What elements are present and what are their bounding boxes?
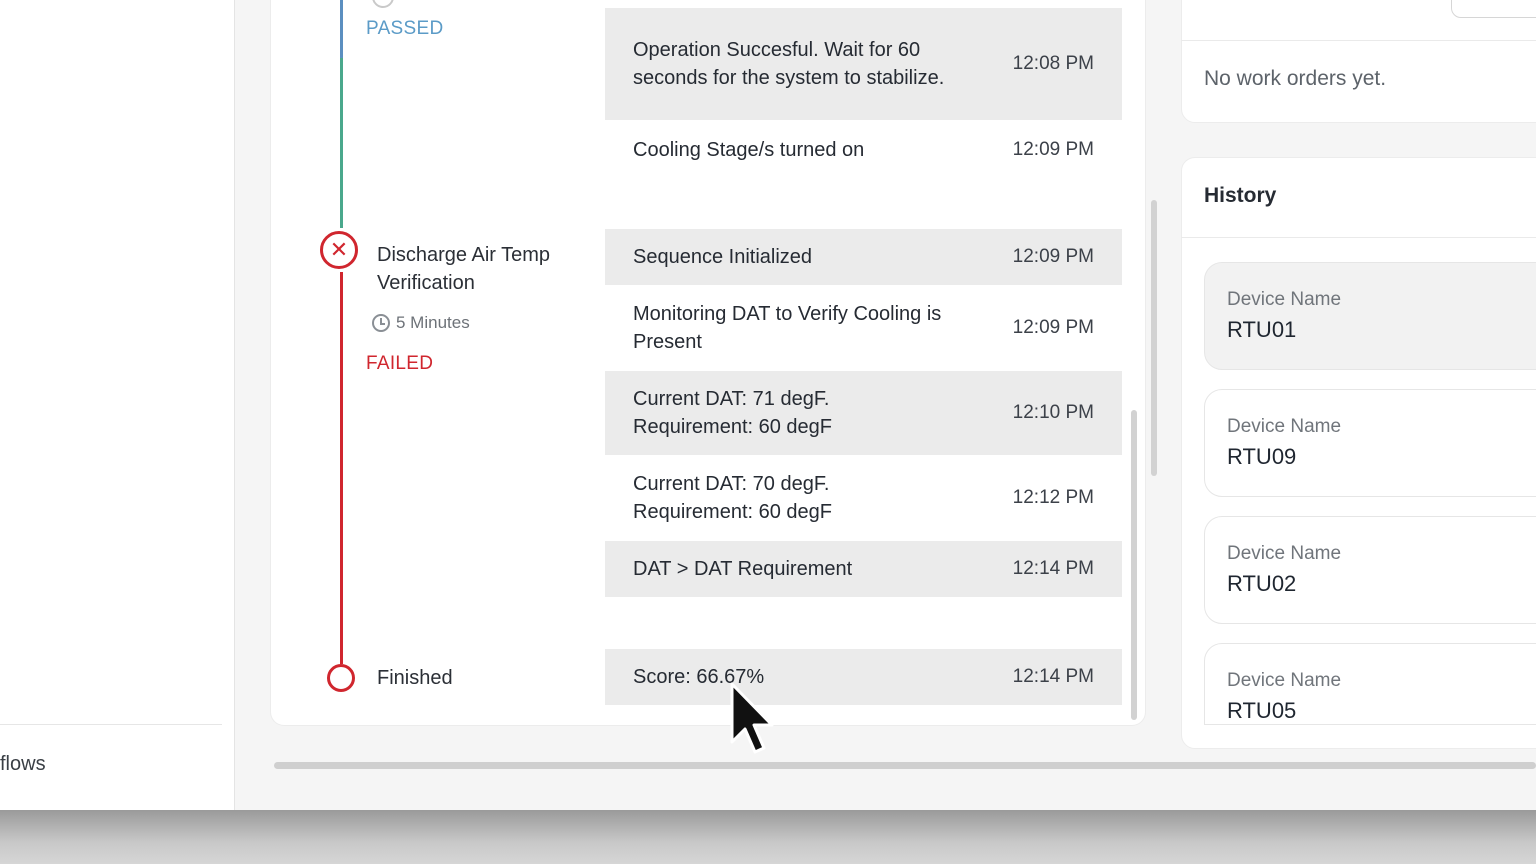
work-orders-card [1181,0,1536,123]
sidebar: flows [0,0,235,810]
vertical-scrollbar-outer[interactable] [1151,200,1157,476]
sidebar-divider [0,724,222,725]
history-item-value: RTU01 [1227,317,1297,342]
log-time: 12:09 PM [1012,139,1094,160]
log-row: Cooling Stage/s turned on 12:09 PM [605,122,1122,178]
log-row: Monitoring DAT to Verify Cooling is Pres… [605,286,1122,370]
log-time: 12:10 PM [1012,402,1094,423]
mouse-pointer-icon [730,682,774,754]
history-item[interactable]: Device Name RTU05 [1204,643,1536,725]
status-passed: PASSED [366,18,444,39]
log-row: Sequence Initialized 12:09 PM [605,229,1122,285]
log-time: 12:08 PM [1012,53,1094,74]
log-time: 12:14 PM [1012,558,1094,579]
log-text: Current DAT: 71 degF. Requirement: 60 de… [633,388,833,438]
vertical-scrollbar-log[interactable] [1131,410,1137,720]
log-text: Current DAT: 70 degF. Requirement: 60 de… [633,473,833,523]
add-work-order-button[interactable] [1451,0,1536,18]
log-time: 12:12 PM [1012,487,1094,508]
sidebar-item-flows[interactable]: flows [0,753,46,776]
step-title: Discharge Air Temp Verification [377,244,551,294]
history-item-label: Device Name [1227,416,1342,437]
timeline-line-passed [340,58,343,228]
clock-icon [372,314,390,332]
log-row: Current DAT: 70 degF. Requirement: 60 de… [605,456,1122,540]
history-title: History [1204,184,1277,207]
history-item-label: Device Name [1227,670,1342,691]
history-item-value: RTU05 [1227,698,1297,723]
history-item[interactable]: Device Name RTU01 [1204,262,1536,370]
log-text: Sequence Initialized [633,246,813,268]
timeline-line-passed-top [340,0,343,58]
work-orders-empty: No work orders yet. [1204,67,1387,90]
finish-node-icon [327,664,355,692]
history-item-label: Device Name [1227,289,1342,310]
log-time: 12:09 PM [1012,317,1094,338]
log-row: DAT > DAT Requirement 12:14 PM [605,541,1122,597]
log-text: Monitoring DAT to Verify Cooling is Pres… [633,303,942,353]
duration-text: 5 Minutes [396,313,470,332]
history-item-value: RTU02 [1227,571,1297,596]
desktop-bottom-strip [0,810,1536,864]
status-failed: FAILED [366,353,434,374]
history-item[interactable]: Device Name RTU02 [1204,516,1536,624]
x-circle-icon: ✕ [320,231,358,269]
history-item-value: RTU09 [1227,444,1297,469]
work-orders-divider [1181,40,1536,41]
log-time: 12:14 PM [1012,666,1094,687]
log-text: Cooling Stage/s turned on [633,139,865,161]
history-item[interactable]: Device Name RTU09 [1204,389,1536,497]
log-text: Operation Succesful. Wait for 60 seconds… [633,39,945,89]
horizontal-scrollbar[interactable] [274,762,1536,769]
history-item-label: Device Name [1227,543,1342,564]
timeline-line-failed [340,272,343,664]
log-text: DAT > DAT Requirement [633,558,853,580]
finished-label: Finished [377,667,453,689]
log-row: Current DAT: 71 degF. Requirement: 60 de… [605,371,1122,455]
step-duration: 5 Minutes [372,313,470,333]
history-divider [1181,237,1536,238]
log-row-score: Score: 66.67% 12:14 PM [605,649,1122,705]
log-row: Operation Succesful. Wait for 60 seconds… [605,8,1122,120]
log-time: 12:09 PM [1012,246,1094,267]
